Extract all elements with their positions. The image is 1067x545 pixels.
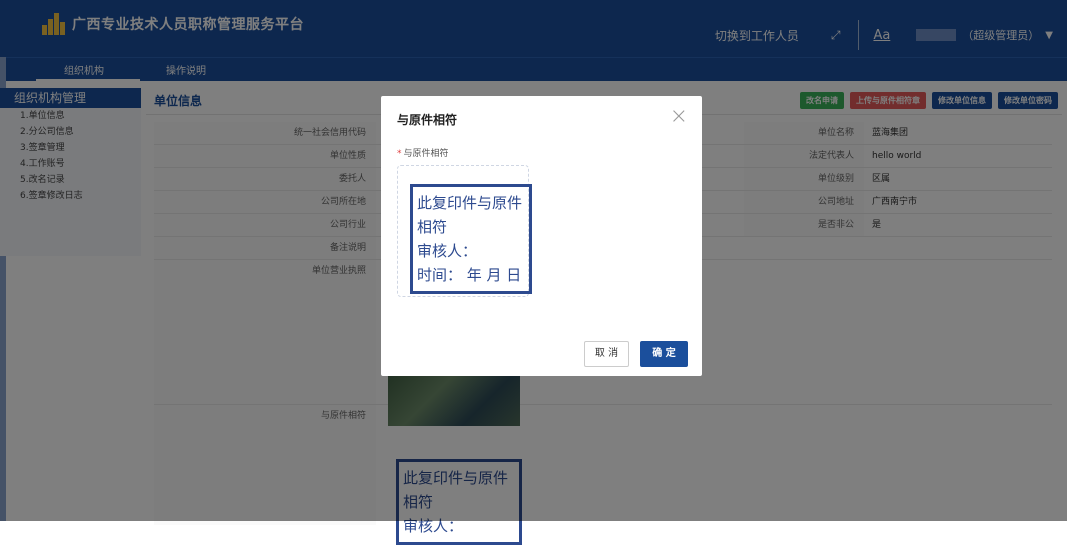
seal-text: 时间： 年 月 日: [417, 266, 522, 284]
cancel-button[interactable]: 取 消: [584, 341, 629, 367]
seal-text: 审核人：: [417, 242, 478, 260]
field-label-text: 与原件相符: [403, 149, 449, 159]
seal-preview-image[interactable]: 此复印件与原件相符 审核人： 时间： 年 月 日: [410, 184, 532, 294]
modal-title: 与原件相符: [397, 113, 458, 127]
seal-text: 此复印件与原件相符: [417, 194, 523, 236]
field-label: * 与原件相符: [397, 146, 449, 159]
required-asterisk: *: [397, 149, 402, 159]
seal-modal: 与原件相符 × * 与原件相符 此复印件与原件相符 审核人： 时间： 年 月 日 …: [381, 96, 702, 376]
seal-upload-box[interactable]: 此复印件与原件相符 审核人： 时间： 年 月 日: [397, 165, 532, 297]
close-icon[interactable]: ×: [670, 104, 688, 129]
confirm-button[interactable]: 确 定: [640, 341, 688, 367]
